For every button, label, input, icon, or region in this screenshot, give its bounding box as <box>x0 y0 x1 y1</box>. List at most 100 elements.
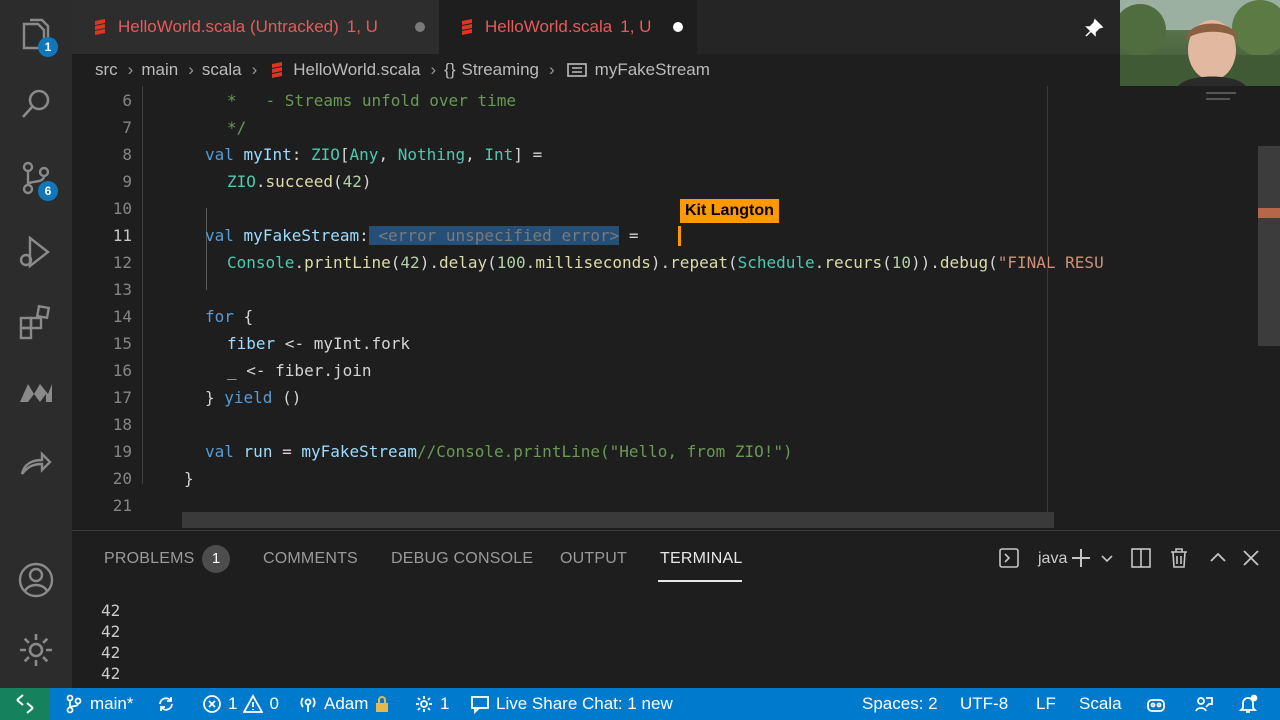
sync-icon <box>159 697 173 711</box>
inlay-hint: <error unspecified error> <box>368 226 620 245</box>
editor-tab-bar: HelloWorld.scala (Untracked) 1, U HelloW… <box>72 0 1120 54</box>
notifications-bell-icon[interactable] <box>1238 694 1264 714</box>
live-share-user[interactable]: Adam <box>298 694 398 714</box>
status-bar: main* 1 0 Adam 1 Live Share Chat: 1 new … <box>0 688 1280 720</box>
minimap[interactable] <box>1200 86 1258 528</box>
eol-indicator[interactable]: LF <box>1036 694 1056 714</box>
horizontal-scrollbar[interactable] <box>182 512 1054 528</box>
breadcrumb-item[interactable]: src <box>95 60 118 80</box>
live-share-icon[interactable] <box>16 444 56 484</box>
explorer-badge: 1 <box>38 37 58 57</box>
encoding-indicator[interactable]: UTF-8 <box>960 694 1008 714</box>
code-editor[interactable]: 6 7 8 9 10 11 12 13 14 15 16 17 18 19 20… <box>72 86 1200 528</box>
add-terminal-icon[interactable] <box>1070 547 1092 569</box>
active-tab-indicator <box>658 580 742 582</box>
warning-count: 0 <box>269 694 279 713</box>
line-number: 13 <box>112 280 132 299</box>
settings-gear-icon[interactable] <box>16 630 56 670</box>
tab-status: 1, U <box>346 17 378 36</box>
language-mode[interactable]: Scala <box>1079 694 1122 714</box>
code-line: val myFakeStream: <error unspecified err… <box>205 226 639 245</box>
chevron-right-icon: › <box>127 60 134 79</box>
maximize-panel-icon[interactable] <box>1207 547 1229 569</box>
remote-indicator[interactable] <box>0 688 50 720</box>
git-branch-icon <box>66 694 82 714</box>
line-number: 8 <box>122 145 132 164</box>
tab-comments[interactable]: COMMENTS <box>263 550 358 568</box>
code-line: val myInt: ZIO[Any, Nothing, Int] = <box>205 145 543 164</box>
editor-ruler <box>1047 86 1048 528</box>
line-number: 6 <box>122 91 132 110</box>
vertical-scrollbar[interactable] <box>1258 86 1280 528</box>
search-icon[interactable] <box>16 84 56 124</box>
trash-icon[interactable] <box>1168 547 1190 569</box>
tab-helloworld-untracked[interactable]: HelloWorld.scala (Untracked) 1, U <box>72 0 439 54</box>
chevron-right-icon: › <box>430 60 437 79</box>
split-terminal-icon[interactable] <box>1130 547 1152 569</box>
line-number: 9 <box>122 172 132 191</box>
language-label: Scala <box>1079 694 1122 713</box>
terminal-kind[interactable]: java <box>1038 550 1067 568</box>
breadcrumb-item[interactable]: HelloWorld.scala <box>293 60 420 80</box>
problems-indicator[interactable]: 1 0 <box>202 694 279 714</box>
metals-icon[interactable] <box>16 372 56 412</box>
branch-name: main* <box>90 694 134 713</box>
lock-icon <box>376 696 389 712</box>
line-number: 20 <box>112 469 132 488</box>
eol-label: LF <box>1036 694 1056 713</box>
scala-file-icon <box>272 62 283 78</box>
chevron-right-icon: › <box>188 60 194 79</box>
extensions-icon[interactable] <box>16 302 56 342</box>
line-number: 15 <box>112 334 132 353</box>
code-line: val run = myFakeStream//Console.printLin… <box>205 442 793 461</box>
code-line: ZIO.succeed(42) <box>227 172 372 191</box>
scrollbar-thumb[interactable] <box>1258 146 1280 346</box>
warning-icon <box>243 694 264 713</box>
source-control-badge: 6 <box>38 181 58 201</box>
breadcrumb-item[interactable]: myFakeStream <box>595 60 710 80</box>
breadcrumb-item[interactable]: main <box>141 60 178 80</box>
bottom-panel: PROBLEMS 1 COMMENTS DEBUG CONSOLE OUTPUT… <box>72 530 1280 688</box>
breadcrumb-item[interactable]: scala <box>202 60 242 80</box>
live-share-chat[interactable]: Live Share Chat: 1 new <box>470 694 673 714</box>
run-debug-icon[interactable] <box>16 232 56 272</box>
scala-file-icon <box>462 19 472 35</box>
tab-label: HelloWorld.scala (Untracked) <box>118 17 339 36</box>
chevron-right-icon: › <box>548 60 555 79</box>
ports-count: 1 <box>440 694 450 713</box>
encoding-label: UTF-8 <box>960 694 1009 713</box>
dirty-indicator-icon[interactable] <box>673 22 683 32</box>
error-marker <box>1258 208 1280 218</box>
collaborator-cursor <box>678 226 681 246</box>
terminal-output-line: 42 <box>101 664 121 683</box>
branch-indicator[interactable]: main* <box>64 694 133 714</box>
ports-indicator[interactable]: 1 <box>414 694 449 714</box>
tab-output[interactable]: OUTPUT <box>560 550 627 568</box>
sync-button[interactable] <box>156 694 182 714</box>
dirty-indicator-icon[interactable] <box>415 22 425 32</box>
terminal-icon[interactable] <box>998 547 1020 569</box>
remote-icon <box>16 694 34 714</box>
error-count: 1 <box>228 694 238 713</box>
copilot-icon[interactable] <box>1146 694 1172 714</box>
account-icon[interactable] <box>16 560 56 600</box>
feedback-icon[interactable] <box>1194 694 1220 714</box>
error-icon <box>203 695 221 713</box>
tab-terminal[interactable]: TERMINAL <box>660 550 743 568</box>
pin-icon[interactable] <box>1084 18 1104 38</box>
close-panel-icon[interactable] <box>1240 547 1262 569</box>
tab-helloworld[interactable]: HelloWorld.scala 1, U <box>439 0 697 54</box>
line-number: 10 <box>112 199 132 218</box>
problems-count-badge: 1 <box>202 545 230 573</box>
scala-file-icon <box>95 19 105 35</box>
tab-problems[interactable]: PROBLEMS <box>104 550 195 568</box>
chevron-down-icon[interactable] <box>1096 547 1113 569</box>
line-number: 18 <box>112 415 132 434</box>
indentation-indicator[interactable]: Spaces: 2 <box>862 694 938 714</box>
breadcrumb-item[interactable]: Streaming <box>462 60 539 80</box>
tab-debug-console[interactable]: DEBUG CONSOLE <box>391 550 533 568</box>
terminal-output-line: 42 <box>101 622 121 641</box>
tab-label: HelloWorld.scala <box>485 17 613 36</box>
line-number: 14 <box>112 307 132 326</box>
line-number: 7 <box>122 118 132 137</box>
